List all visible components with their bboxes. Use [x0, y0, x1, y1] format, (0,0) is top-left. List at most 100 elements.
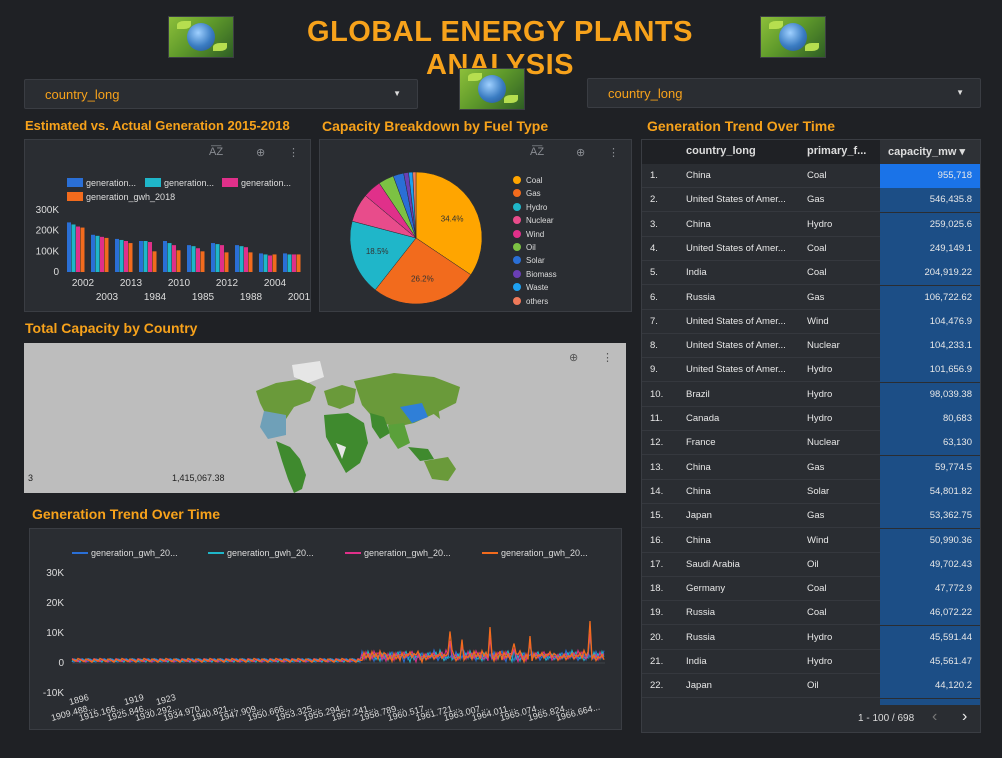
table-row[interactable]: 19. Russia Coal 46,072.22 [642, 601, 980, 626]
table-row[interactable]: 5. India Coal 204,919.22 [642, 261, 980, 286]
table-row[interactable]: 18. Germany Coal 47,772.9 [642, 577, 980, 602]
line-legend-3: generation_gwh_20... [345, 548, 451, 558]
bar [200, 251, 205, 272]
table-row[interactable]: 17. Saudi Arabia Oil 49,702.43 [642, 552, 980, 577]
cell-fuel: Coal [807, 170, 827, 181]
map-legend-max: 1,415,067.38 [172, 473, 225, 483]
cell-cap: 955,718 [880, 164, 980, 188]
cell-fuel: Gas [807, 291, 825, 303]
cell-fuel: Coal [807, 267, 827, 279]
pie-legend-item: Hydro [513, 202, 547, 212]
bar-x-tick: 2012 [216, 278, 239, 289]
cell-num: 1. [650, 170, 658, 181]
col-fuel[interactable]: primary_f... [807, 145, 866, 157]
table-row[interactable]: 6. Russia Gas 106,722.62 [642, 285, 980, 310]
cell-cap: 44,120.2 [880, 674, 980, 699]
bar [196, 248, 200, 272]
chevron-down-icon: ▼ [393, 89, 401, 98]
bar [287, 254, 292, 272]
center-logo [459, 68, 525, 110]
pie-legend-item: Waste [513, 283, 548, 292]
pagination-text: 1 - 100 / 698 [858, 713, 915, 724]
table-row[interactable]: 9. United States of Amer... Hydro 101,656.9 [642, 358, 980, 383]
bar [263, 254, 268, 272]
table-row[interactable]: 11. Canada Hydro 80,683 [642, 407, 980, 431]
cell-cap: 249,149.1 [880, 236, 980, 261]
line-y-tick: -10K [43, 688, 64, 699]
zoom-icon[interactable]: ⊕ [576, 146, 585, 159]
line-chart-panel: generation_gwh_20... generation_gwh_20..… [29, 528, 622, 730]
table-row[interactable]: 7. United States of Amer... Wind 104,476.9 [642, 309, 980, 334]
bar-chart-title: Estimated vs. Actual Generation 2015-201… [25, 118, 290, 133]
more-icon[interactable]: ⋮ [288, 146, 299, 159]
cell-num: 17. [650, 558, 664, 570]
table-row[interactable]: 12. France Nuclear 63,130 [642, 431, 980, 456]
line-y-tick: 0 [58, 658, 64, 669]
cell-cty: United States of Amer... [686, 315, 786, 327]
bar [100, 236, 104, 272]
table-row[interactable]: 16. China Wind 50,990.36 [642, 528, 980, 553]
table-row[interactable]: 3. China Hydro 259,025.6 [642, 212, 980, 237]
col-country[interactable]: country_long [686, 145, 756, 157]
pie-legend-item: Coal [513, 176, 542, 185]
country-filter-right[interactable]: country_long ▼ [587, 78, 981, 108]
bar [259, 253, 263, 272]
cell-cty: Saudi Arabia [686, 558, 740, 570]
pie-slice-label: 34.4% [441, 215, 464, 224]
table-title: Generation Trend Over Time [647, 118, 836, 134]
cell-fuel: Coal [807, 607, 827, 619]
cell-cap: 54,801.82 [880, 479, 980, 504]
cell-cap: 104,233.1 [880, 334, 980, 359]
more-icon[interactable]: ⋮ [608, 146, 619, 159]
bar-x-tick: 2003 [96, 292, 119, 303]
table-row[interactable]: 14. China Solar 54,801.82 [642, 479, 980, 504]
cell-cap: 98,039.38 [880, 382, 980, 407]
line-y-tick: 10K [46, 628, 64, 639]
bar-chart-svg: 300K 200K 100K 0 200220032013198420101985201… [36, 205, 310, 303]
line-legend-1: generation_gwh_20... [72, 548, 178, 558]
country-filter-left[interactable]: country_long ▼ [24, 79, 418, 109]
next-page-icon[interactable]: › [962, 708, 967, 726]
zoom-icon[interactable]: ⊕ [256, 146, 265, 159]
map-panel[interactable]: ⊕ ⋮ 3 1,415,067.38 [24, 343, 626, 493]
cell-cap: 46,072.22 [880, 601, 980, 626]
table-row[interactable]: 2. United States of Amer... Gas 546,435.8 [642, 188, 980, 213]
bar [268, 255, 272, 272]
cell-num: 12. [650, 437, 664, 449]
cell-num: 9. [650, 364, 658, 376]
bar-legend-1: generation... [67, 178, 136, 188]
cell-cty: Japan [686, 510, 712, 522]
cell-num: 14. [650, 485, 664, 497]
cell-cap: 104,476.9 [880, 309, 980, 334]
cell-num: 21. [650, 656, 664, 667]
sort-icon[interactable]: A͞Z [530, 146, 544, 158]
cell-num: 19. [650, 607, 664, 619]
pie-legend: Coal Gas Hydro Nuclear Wind Oil Solar Biomass Wa… [513, 176, 613, 306]
cell-fuel: Hydro [807, 364, 833, 376]
line-series [71, 633, 605, 664]
table-row[interactable]: 21. India Hydro 45,561.47 [642, 650, 980, 674]
sort-icon[interactable]: A͞Z [209, 146, 223, 158]
col-capacity[interactable]: capacity_mw ▾ [880, 140, 980, 164]
table-row[interactable]: 22. Japan Oil 44,120.2 [642, 674, 980, 699]
cell-fuel: Gas [807, 510, 825, 522]
table-row[interactable]: 10. Brazil Hydro 98,039.38 [642, 382, 980, 407]
table-row[interactable]: 8. United States of Amer... Nuclear 104,233… [642, 334, 980, 359]
cell-fuel: Hydro [807, 388, 833, 400]
table-row[interactable]: 4. United States of Amer... Coal 249,149.1 [642, 236, 980, 261]
cell-cty: Russia [686, 607, 716, 619]
header-logo-left [168, 16, 234, 58]
header-logo-right [760, 16, 826, 58]
bar [152, 251, 157, 272]
table-row[interactable]: 15. Japan Gas 53,362.75 [642, 504, 980, 529]
bar-y-tick: 200K [36, 226, 60, 237]
cell-fuel: Coal [807, 242, 827, 254]
cell-cap: 45,561.47 [880, 650, 980, 674]
cell-num: 10. [650, 388, 664, 400]
cell-cty: China [686, 534, 711, 546]
bar [292, 254, 296, 272]
table-row[interactable]: 13. China Gas 59,774.5 [642, 455, 980, 480]
table-row[interactable]: 20. Russia Hydro 45,591.44 [642, 625, 980, 650]
prev-page-icon[interactable]: ‹ [932, 708, 937, 726]
table-row[interactable]: 1. China Coal 955,718 [642, 164, 980, 188]
